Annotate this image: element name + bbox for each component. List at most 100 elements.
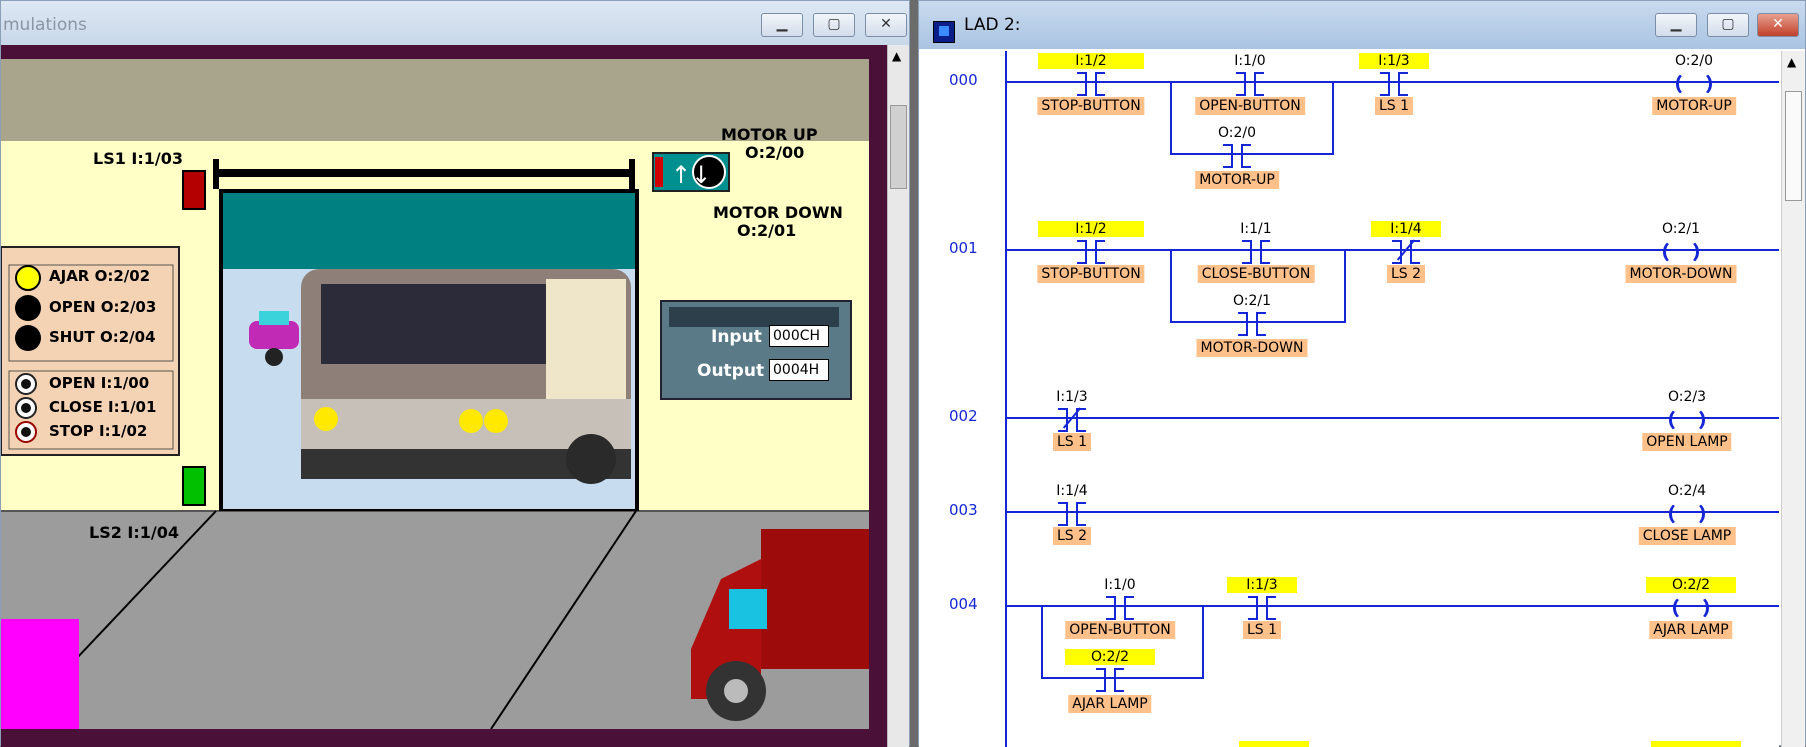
no-contact[interactable] (1236, 240, 1276, 264)
coil-address: O:2/1 (1661, 221, 1701, 237)
scroll-thumb[interactable] (890, 105, 907, 189)
no-contact[interactable] (1230, 72, 1270, 96)
ladder-vertical-scrollbar[interactable]: ▲ (1781, 51, 1805, 747)
ajar-lamp-label: AJAR O:2/02 (49, 267, 151, 285)
stop-pushbutton[interactable] (15, 421, 37, 443)
output-coil[interactable] (1671, 596, 1711, 620)
maximize-button[interactable]: ▢ (813, 13, 855, 37)
contact-label: STOP-BUTTON (1037, 97, 1145, 115)
coil-label: AJAR LAMP (1649, 621, 1733, 639)
sim-window-title: mulations (3, 15, 87, 35)
motor-down-label: MOTOR DOWN (713, 203, 843, 222)
sim-titlebar[interactable]: mulations ▁ ▢ ✕ (1, 1, 909, 49)
no-contact[interactable] (1232, 312, 1272, 336)
stop-pushbutton-label: STOP I:1/02 (49, 422, 148, 440)
coil-address: O:2/2 (1646, 577, 1736, 593)
rung-number: 004 (949, 595, 978, 613)
ladder-close-button[interactable]: ✕ (1757, 13, 1799, 37)
sim-vertical-scrollbar[interactable]: ▲ (887, 45, 909, 747)
no-contact[interactable] (1052, 502, 1092, 526)
contact-address: I:1/4 (1371, 221, 1441, 237)
no-contact[interactable] (1242, 596, 1282, 620)
no-contact[interactable] (1374, 72, 1414, 96)
open-lamp-label: OPEN O:2/03 (49, 298, 157, 316)
minimize-button[interactable]: ▁ (761, 13, 803, 37)
output-coil[interactable] (1661, 240, 1701, 264)
motor-up-label: MOTOR UP (721, 125, 818, 144)
ladder-window: LAD 2: ▁ ▢ ✕ 000 I:1/2 STOP-BUTTON I:1/0… (918, 0, 1806, 747)
contact-label: LS 1 (1242, 621, 1282, 639)
ladder-titlebar[interactable]: LAD 2: ▁ ▢ ✕ (919, 1, 1805, 49)
simulation-window: mulations ▁ ▢ ✕ ↑↓ MOTOR UP O:2/00 MOTOR… (0, 0, 910, 747)
scroll-thumb[interactable] (1785, 91, 1802, 201)
open-pushbutton[interactable] (15, 373, 37, 395)
ladder-maximize-button[interactable]: ▢ (1707, 13, 1749, 37)
rung-wire (1005, 511, 1779, 513)
contact-address: O:2/1 (1232, 293, 1272, 309)
coil-label: OPEN LAMP (1642, 433, 1732, 451)
no-contact[interactable] (1071, 240, 1111, 264)
contact-address: I:1/0 (1104, 577, 1136, 593)
contact-address: I:1/3 (1227, 577, 1297, 593)
ladder-diagram: 000 I:1/2 STOP-BUTTON I:1/0 OPEN-BUTTON … (919, 51, 1779, 747)
contact-address: I:1/1 (1240, 221, 1272, 237)
close-button[interactable]: ✕ (865, 13, 907, 37)
branch-wire (1041, 605, 1043, 679)
contact-address: I:1/4 (1056, 483, 1088, 499)
motor-down-address: O:2/01 (737, 221, 797, 240)
plc-output-label: Output (697, 361, 765, 381)
contact-label: LS 1 (1052, 433, 1092, 451)
coil-label: CLOSE LAMP (1638, 527, 1736, 545)
contact-label: OPEN-BUTTON (1195, 97, 1305, 115)
shut-lamp-label: SHUT O:2/04 (49, 328, 156, 346)
rung-number: 003 (949, 501, 978, 519)
no-contact[interactable] (1071, 72, 1111, 96)
garage-scene: ↑↓ MOTOR UP O:2/00 MOTOR DOWN O:2/01 LS1… (1, 59, 869, 729)
coil-address: O:2/4 (1667, 483, 1707, 499)
branch-wire (1170, 81, 1172, 155)
branch-wire (1332, 81, 1334, 155)
contact-address: I:1/3 (1056, 389, 1088, 405)
close-pushbutton-label: CLOSE I:1/01 (49, 398, 157, 416)
close-pushbutton[interactable] (15, 397, 37, 419)
output-coil[interactable] (1674, 72, 1714, 96)
motor-up-address: O:2/00 (745, 143, 805, 162)
coil-label: MOTOR-UP (1652, 97, 1736, 115)
output-coil[interactable] (1667, 408, 1707, 432)
contact-address: O:2/2 (1065, 649, 1155, 665)
coil-address: O:2/3 (1667, 389, 1707, 405)
contact-address: I:1/2 (1038, 221, 1144, 237)
no-contact[interactable] (1100, 596, 1140, 620)
plc-input-label: Input (711, 327, 762, 347)
next-rung-highlight (1239, 741, 1309, 747)
contact-label: LS 1 (1374, 97, 1414, 115)
scroll-up-arrow-icon[interactable]: ▲ (892, 49, 901, 63)
contact-label: MOTOR-UP (1195, 171, 1279, 189)
ajar-lamp (15, 265, 41, 291)
coil-address: O:2/0 (1674, 53, 1714, 69)
contact-label: LS 2 (1386, 265, 1426, 283)
ladder-minimize-button[interactable]: ▁ (1655, 13, 1697, 37)
scroll-up-arrow-icon[interactable]: ▲ (1787, 55, 1796, 69)
contact-label: MOTOR-DOWN (1196, 339, 1308, 357)
output-coil[interactable] (1667, 502, 1707, 526)
ladder-app-icon (933, 21, 955, 43)
open-pushbutton-label: OPEN I:1/00 (49, 374, 150, 392)
shut-lamp (15, 325, 41, 351)
ladder-window-title: LAD 2: (964, 15, 1021, 35)
contact-label: STOP-BUTTON (1037, 265, 1145, 283)
left-power-rail (1005, 51, 1007, 747)
ls2-label: LS2 I:1/04 (89, 523, 180, 542)
contact-label: OPEN-BUTTON (1065, 621, 1175, 639)
no-contact[interactable] (1217, 144, 1257, 168)
branch-wire (1202, 605, 1204, 679)
open-lamp (15, 295, 41, 321)
contact-address: I:1/2 (1038, 53, 1144, 69)
branch-wire (1170, 249, 1172, 323)
contact-address: I:1/0 (1234, 53, 1266, 69)
rung-number: 000 (949, 71, 978, 89)
contact-label: LS 2 (1052, 527, 1092, 545)
ls1-label: LS1 I:1/03 (93, 149, 184, 168)
contact-address: O:2/0 (1217, 125, 1257, 141)
no-contact[interactable] (1090, 668, 1130, 692)
